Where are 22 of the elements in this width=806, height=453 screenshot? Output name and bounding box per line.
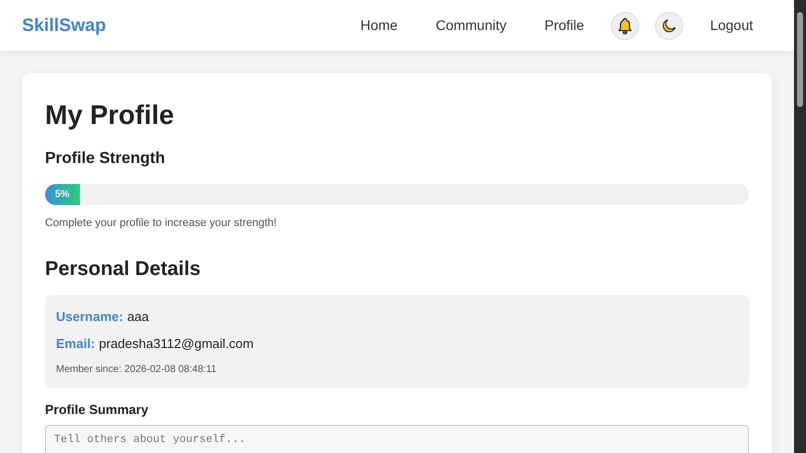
section-heading: Profile Strength [45, 149, 166, 169]
summary-field[interactable]: Tell others about yourself... [45, 425, 749, 453]
detail-value: pradesha3112@gmail.com [99, 335, 254, 353]
bell-icon [616, 16, 634, 34]
nav-link[interactable]: Profile [525, 15, 604, 36]
nav-link[interactable]: Home [341, 15, 417, 36]
brand-logo[interactable]: SkillSwap [22, 12, 106, 39]
strength-hint: Complete your profile to increase your strength! [45, 216, 278, 231]
nav-link[interactable]: Community [416, 15, 526, 36]
member-since: Member since: 2026-02-08 08:48:11 [56, 362, 218, 376]
page-title: My Profile [45, 99, 176, 132]
detail-value: aaa [127, 308, 149, 326]
theme-toggle-button[interactable] [655, 12, 684, 40]
section-heading: Personal Details [45, 256, 202, 282]
nav-link[interactable]: Logout [691, 15, 772, 36]
detail-label: Email: [56, 335, 96, 353]
notifications-button[interactable] [611, 12, 640, 40]
scrollbar[interactable] [794, 0, 806, 453]
field-label: Profile Summary [45, 400, 150, 419]
strength-reading: 5% [55, 188, 70, 202]
moon-icon [660, 16, 678, 34]
detail-label: Username: [56, 308, 124, 326]
